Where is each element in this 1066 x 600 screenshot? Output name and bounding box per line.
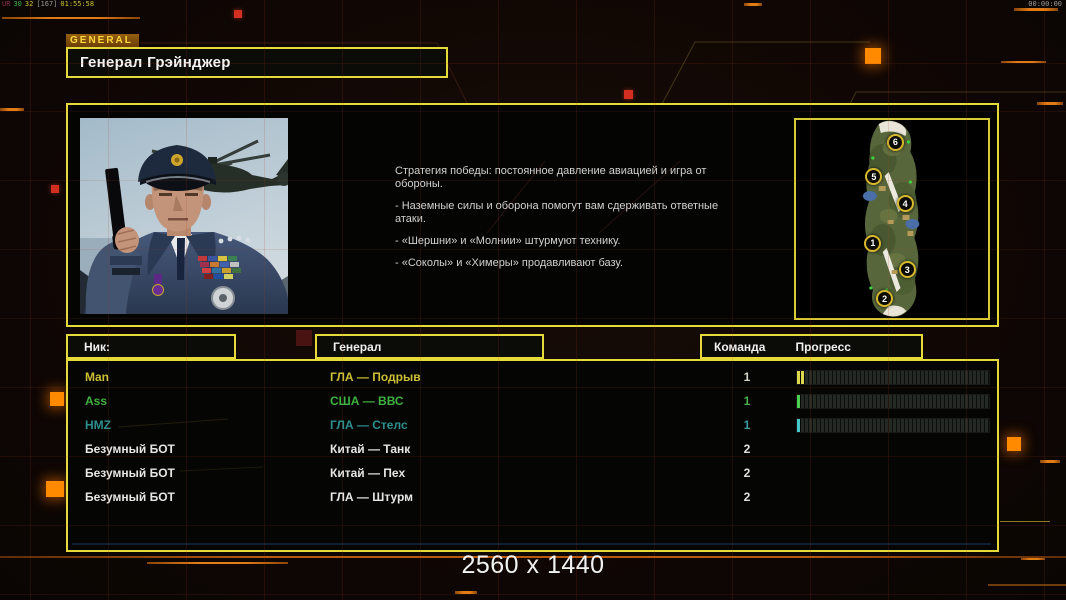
- player-row: Безумный БОТ ГЛА — Штурм 2: [68, 485, 997, 509]
- debug-bracket: [167]: [36, 0, 58, 8]
- decor-dash: [0, 108, 24, 111]
- decor-square: [624, 90, 633, 99]
- player-row: Man ГЛА — Подрыв 1: [68, 365, 997, 389]
- decor-square: [50, 392, 64, 406]
- player-team: 2: [743, 466, 751, 480]
- progress-fill: [797, 419, 801, 432]
- player-nick: Безумный БОТ: [85, 466, 175, 480]
- strategy-paragraph: Стратегия победы: постоянное давление ав…: [395, 165, 707, 190]
- decor-square: [51, 185, 59, 193]
- decor-square: [1007, 437, 1021, 451]
- progress-fill: [797, 395, 801, 408]
- players-table: Man ГЛА — Подрыв 1 Ass США — ВВС 1 HMZ Г…: [66, 359, 999, 552]
- briefing-panel: Стратегия победы: постоянное давление ав…: [66, 103, 999, 327]
- player-team: 2: [743, 490, 751, 504]
- debug-clock: 01:55:58: [60, 0, 95, 8]
- strategy-paragraph: - «Шершни» и «Молнии» штурмуют технику.: [395, 235, 621, 247]
- player-team: 1: [743, 394, 751, 408]
- player-general: ГЛА — Подрыв: [330, 370, 421, 384]
- player-nick: HMZ: [85, 418, 111, 432]
- player-row: Безумный БОТ Китай — Танк 2: [68, 437, 997, 461]
- resolution-label: 2560 x 1440: [461, 551, 605, 579]
- general-title-box: Генерал Грэйнджер: [66, 47, 448, 78]
- player-nick: Ass: [85, 394, 108, 408]
- player-team: 2: [743, 442, 751, 456]
- decor-square: [46, 481, 64, 497]
- decor-square: [234, 10, 242, 18]
- match-timer: 00:00:00: [1028, 0, 1062, 8]
- player-nick: Man: [85, 370, 109, 384]
- player-row: HMZ ГЛА — Стелс 1: [68, 413, 997, 437]
- player-general: Китай — Пех: [330, 466, 406, 480]
- player-general: ГЛА — Штурм: [330, 490, 414, 504]
- map-preview: 654132: [794, 118, 990, 320]
- map-marker-4: 4: [896, 195, 914, 213]
- header-nick-label: Ник:: [84, 339, 111, 354]
- decor-dash: [455, 591, 477, 594]
- decor-navy-line: [72, 543, 991, 545]
- decor-dash: [1000, 521, 1050, 522]
- player-nick: Безумный БОТ: [85, 442, 175, 456]
- player-general: США — ВВС: [330, 394, 404, 408]
- debug-overlay: UR 30 32 [167] 01:55:58: [2, 1, 97, 8]
- header-team-label: Команда: [714, 339, 766, 354]
- debug-val: 32: [24, 0, 34, 8]
- general-name: Генерал Грэйнджер: [80, 54, 231, 71]
- player-nick: Безумный БОТ: [85, 490, 175, 504]
- header-team-progress: Команда Прогресс: [700, 334, 923, 359]
- player-row: Ass США — ВВС 1: [68, 389, 997, 413]
- strategy-paragraph: - «Соколы» и «Химеры» продавливают базу.: [395, 257, 623, 269]
- map-marker-6: 6: [886, 133, 904, 151]
- strategy-text: Стратегия победы: постоянное давление ав…: [395, 165, 731, 279]
- decor-dash: [1037, 102, 1063, 105]
- progress-bar: [796, 394, 990, 409]
- decor-dash: [1001, 61, 1046, 63]
- decor-dash: [2, 17, 140, 19]
- decor-square: [296, 330, 312, 346]
- header-progress-label: Прогресс: [795, 339, 851, 354]
- general-tab-label: GENERAL: [66, 34, 139, 47]
- decor-dash: [1040, 460, 1060, 463]
- player-general: Китай — Танк: [330, 442, 411, 456]
- strategy-paragraph: - Наземные силы и оборона помогут вам сд…: [395, 200, 719, 225]
- debug-fps: 30: [13, 0, 22, 8]
- header-general: Генерал: [315, 334, 544, 359]
- header-nick: Ник:: [66, 334, 236, 359]
- progress-fill: [797, 371, 805, 384]
- player-team: 1: [743, 418, 751, 432]
- decor-dash: [1014, 8, 1058, 11]
- progress-bar: [796, 370, 990, 385]
- progress-bar: [796, 418, 990, 433]
- portrait-image: [80, 118, 293, 314]
- general-portrait: [80, 118, 293, 314]
- loading-screen: UR 30 32 [167] 01:55:58 00:00:00 GENERAL Ген…: [0, 0, 1066, 600]
- player-team: 1: [743, 370, 751, 384]
- player-general: ГЛА — Стелс: [330, 418, 408, 432]
- decor-dash: [744, 3, 762, 6]
- player-row: Безумный БОТ Китай — Пех 2: [68, 461, 997, 485]
- decor-square: [865, 48, 881, 64]
- header-general-label: Генерал: [333, 339, 382, 354]
- debug-tag: UR: [2, 0, 11, 8]
